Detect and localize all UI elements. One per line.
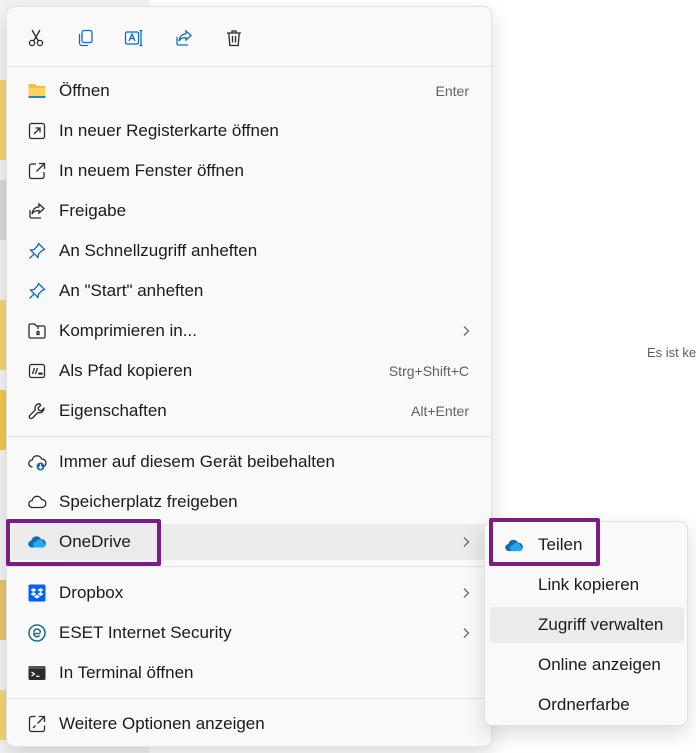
context-menu: Öffnen Enter In neuer Registerkarte öffn…	[6, 6, 492, 747]
menu-item-share[interactable]: Freigabe	[11, 193, 489, 229]
menu-item-label: An Schnellzugriff anheften	[59, 241, 258, 260]
share-button[interactable]	[167, 21, 201, 55]
chevron-right-icon	[463, 537, 470, 547]
menu-item-label: Speicherplatz freigeben	[59, 492, 238, 511]
submenu-item-folder-color[interactable]: Ordnerfarbe	[490, 687, 684, 723]
menu-item-label: Als Pfad kopieren	[59, 361, 193, 380]
more-options-icon	[27, 714, 47, 734]
submenu-item-view-online[interactable]: Online anzeigen	[490, 647, 684, 683]
menu-item-properties[interactable]: Eigenschaften Alt+Enter	[11, 393, 489, 429]
rename-icon	[124, 29, 143, 47]
chevron-right-icon	[463, 628, 470, 638]
menu-separator	[7, 436, 491, 437]
menu-item-label: Immer auf diesem Gerät beibehalten	[59, 452, 335, 471]
menu-item-terminal[interactable]: In Terminal öffnen	[11, 655, 489, 691]
copy-button[interactable]	[68, 21, 102, 55]
menu-item-keep-on-device[interactable]: Immer auf diesem Gerät beibehalten	[11, 444, 489, 480]
menu-item-eset[interactable]: ESET Internet Security	[11, 615, 489, 651]
scissors-icon	[28, 29, 44, 47]
menu-item-label: Freigabe	[59, 201, 127, 220]
chevron-right-icon	[463, 326, 470, 336]
onedrive-icon	[504, 536, 526, 554]
chevron-right-icon	[463, 588, 470, 598]
menu-item-dropbox[interactable]: Dropbox	[11, 575, 489, 611]
cloud-outline-icon	[27, 492, 47, 512]
menu-item-pin-start[interactable]: An "Start" anheften	[11, 273, 489, 309]
onedrive-icon	[27, 532, 47, 552]
menu-item-label: Weitere Optionen anzeigen	[59, 714, 265, 733]
dropbox-icon	[27, 583, 47, 603]
menu-item-pin-quick-access[interactable]: An Schnellzugriff anheften	[11, 233, 489, 269]
pin-icon	[27, 241, 47, 261]
terminal-icon	[27, 663, 47, 683]
folder-icon	[27, 81, 47, 101]
menu-item-label: Eigenschaften	[59, 401, 167, 420]
submenu-item-copy-link[interactable]: Link kopieren	[490, 567, 684, 603]
submenu-item-label: Online anzeigen	[538, 655, 661, 674]
submenu-item-manage-access[interactable]: Zugriff verwalten	[490, 607, 684, 643]
menu-item-free-up-space[interactable]: Speicherplatz freigeben	[11, 484, 489, 520]
cut-button[interactable]	[19, 21, 53, 55]
empty-folder-text: Es ist ke	[647, 345, 696, 360]
menu-item-open-new-tab[interactable]: In neuer Registerkarte öffnen	[11, 113, 489, 149]
menu-item-open[interactable]: Öffnen Enter	[11, 73, 489, 109]
submenu-item-label: Ordnerfarbe	[538, 695, 630, 714]
menu-item-label: Dropbox	[59, 583, 124, 602]
rename-button[interactable]	[117, 21, 151, 55]
submenu-item-label: Link kopieren	[538, 575, 640, 594]
menu-item-onedrive[interactable]: OneDrive	[11, 524, 489, 560]
delete-button[interactable]	[217, 21, 251, 55]
zip-folder-icon	[27, 321, 47, 341]
context-toolbar	[7, 7, 491, 67]
menu-separator	[7, 566, 491, 567]
menu-item-label: In neuer Registerkarte öffnen	[59, 121, 279, 140]
menu-item-compress[interactable]: Komprimieren in...	[11, 313, 489, 349]
menu-separator	[7, 66, 491, 67]
menu-item-label: In Terminal öffnen	[59, 663, 194, 682]
submenu-item-share[interactable]: Teilen	[490, 527, 684, 563]
open-window-icon	[27, 161, 47, 181]
copy-icon	[78, 29, 93, 47]
submenu-item-label: Zugriff verwalten	[538, 615, 664, 634]
wrench-icon	[27, 401, 47, 421]
menu-item-open-new-window[interactable]: In neuem Fenster öffnen	[11, 153, 489, 189]
cloud-download-icon	[27, 452, 47, 472]
share-icon	[176, 29, 192, 46]
share-icon	[27, 201, 47, 221]
trash-icon	[227, 30, 241, 47]
menu-item-label: Komprimieren in...	[59, 321, 197, 340]
menu-item-shortcut: Strg+Shift+C	[388, 363, 469, 379]
menu-item-shortcut: Alt+Enter	[411, 403, 469, 419]
eset-icon	[27, 623, 47, 643]
submenu-item-label: Teilen	[538, 535, 583, 554]
menu-item-shortcut: Enter	[435, 83, 469, 99]
menu-item-copy-path[interactable]: Als Pfad kopieren Strg+Shift+C	[11, 353, 489, 389]
pin-icon	[27, 281, 47, 301]
menu-item-label: OneDrive	[59, 532, 131, 551]
menu-separator	[7, 698, 491, 699]
menu-item-label: ESET Internet Security	[59, 623, 232, 642]
menu-item-label: In neuem Fenster öffnen	[59, 161, 244, 180]
menu-item-label: Öffnen	[59, 81, 110, 100]
menu-item-more-options[interactable]: Weitere Optionen anzeigen	[11, 706, 489, 742]
menu-item-label: An "Start" anheften	[59, 281, 204, 300]
path-icon	[27, 361, 47, 381]
onedrive-submenu: Teilen Link kopieren Zugriff verwalten O…	[484, 521, 688, 726]
open-tab-icon	[27, 121, 47, 141]
